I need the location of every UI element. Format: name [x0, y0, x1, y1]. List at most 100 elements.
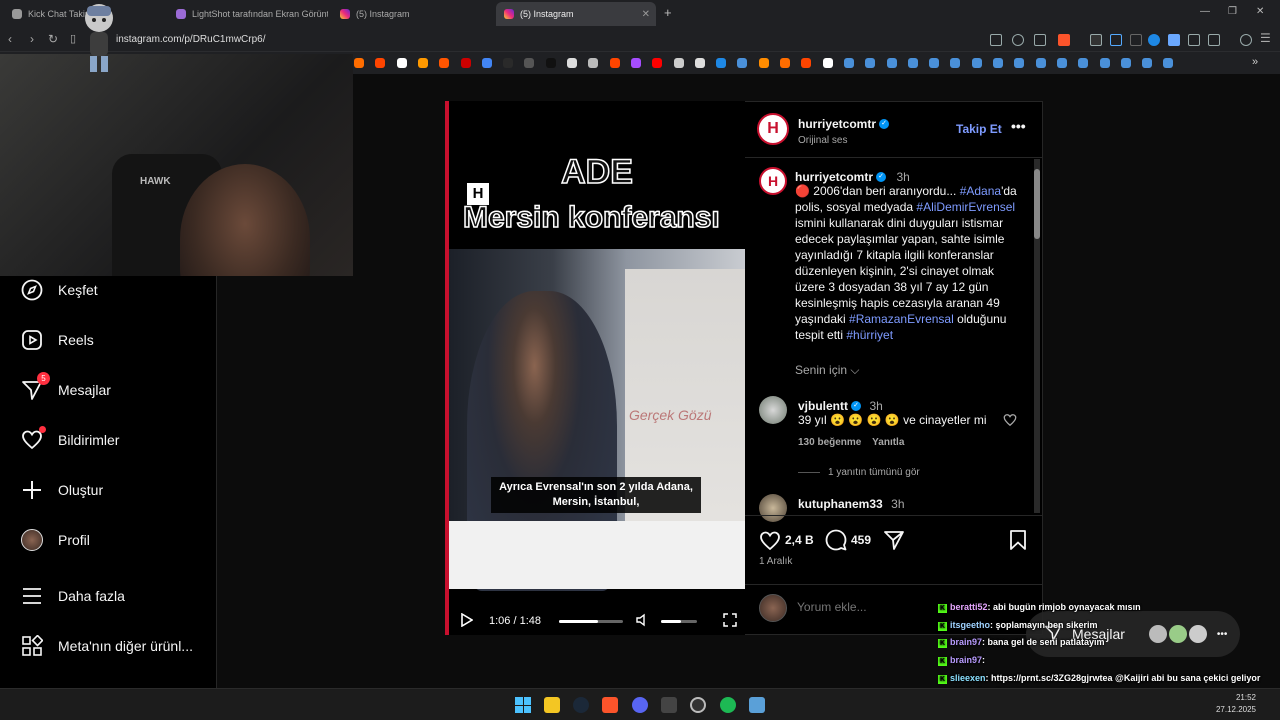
tab-lightshot[interactable]: LightShot tarafından Ekran Görüntüs [168, 2, 328, 26]
bookmark-favicon-icon[interactable] [886, 58, 897, 68]
bookmark-favicon-icon[interactable] [503, 58, 514, 68]
bookmark-favicon-icon[interactable] [545, 58, 556, 68]
sidebar-item-messages[interactable]: 5 Mesajlar [20, 372, 111, 402]
bookmark-favicon-icon[interactable] [950, 58, 961, 68]
for-you-label[interactable]: Senin için ⌵ [795, 363, 859, 378]
bookmark-favicon-icon[interactable] [588, 58, 599, 68]
minimize-button[interactable]: — [1200, 6, 1210, 17]
fullscreen-icon[interactable] [723, 613, 737, 632]
audio-label[interactable]: Orijinal ses [798, 135, 889, 146]
bookmark-favicon-icon[interactable] [460, 58, 471, 68]
sidebar-item-meta-apps[interactable]: Meta'nın diğer ürünl... [20, 634, 193, 658]
bookmark-icon[interactable]: ▯ [70, 32, 76, 45]
steam-icon[interactable] [573, 697, 589, 713]
extension-icon[interactable] [1148, 34, 1160, 46]
chat-username[interactable]: brain97 [950, 637, 982, 647]
chat-username[interactable]: slieexen [950, 673, 986, 683]
comment-likes[interactable]: 130 beğenme [798, 437, 861, 448]
hashtag-link[interactable]: #hürriyet [846, 328, 893, 342]
bookmark-favicon-icon[interactable] [673, 58, 684, 68]
bookmark-favicon-icon[interactable] [567, 58, 577, 68]
bookmark-favicon-icon[interactable] [694, 58, 705, 68]
bookmark-favicon-icon[interactable] [737, 58, 748, 68]
video-progress[interactable] [559, 620, 623, 623]
more-bookmarks-icon[interactable]: » [1252, 56, 1258, 68]
sidebar-item-explore[interactable]: Keşfet [20, 278, 98, 302]
hashtag-link[interactable]: #RamazanEvrensal [849, 312, 954, 326]
app-icon[interactable] [661, 697, 677, 713]
bookmark-favicon-icon[interactable] [630, 58, 641, 68]
bookmark-favicon-icon[interactable] [780, 58, 790, 68]
sidebar-toggle-icon[interactable] [1208, 34, 1220, 46]
url-field[interactable]: instagram.com/p/DRuC1mwCrp6/ [116, 34, 266, 45]
extension-icon[interactable] [1168, 34, 1180, 46]
bookmark-favicon-icon[interactable] [375, 58, 386, 68]
new-tab-button[interactable]: + [664, 5, 672, 20]
bookmark-favicon-icon[interactable] [417, 58, 428, 68]
brave-shield-icon[interactable] [1058, 34, 1070, 46]
spotify-icon[interactable] [720, 697, 736, 713]
extension-icon[interactable] [1090, 34, 1102, 46]
bookmark-favicon-icon[interactable] [439, 58, 450, 68]
bookmark-favicon-icon[interactable] [907, 58, 918, 68]
obs-icon[interactable] [690, 697, 706, 713]
menu-icon[interactable]: ☰ [1260, 31, 1271, 45]
view-replies[interactable]: 1 yanıtın tümünü gör [798, 467, 920, 478]
bookmark-favicon-icon[interactable] [716, 58, 727, 68]
close-tab-icon[interactable]: ✕ [642, 9, 650, 20]
sidebar-item-more[interactable]: Daha fazla [20, 584, 125, 608]
bookmark-favicon-icon[interactable] [609, 58, 620, 68]
like-count[interactable]: 2,4 B [785, 533, 814, 547]
chat-username[interactable]: beratti52 [950, 602, 988, 612]
caption-avatar[interactable]: H [759, 167, 787, 195]
sidebar-item-notifications[interactable]: Bildirimler [20, 426, 119, 452]
back-button[interactable]: ‹ [8, 32, 12, 46]
share-icon[interactable] [1034, 34, 1046, 46]
save-icon[interactable] [1009, 529, 1027, 556]
bookmark-favicon-icon[interactable] [971, 58, 982, 68]
follow-button[interactable]: Takip Et [956, 122, 1002, 136]
maximize-button[interactable]: ❐ [1228, 6, 1237, 17]
hashtag-link[interactable]: #Adana [960, 184, 1001, 198]
bookmark-favicon-icon[interactable] [481, 58, 492, 68]
forward-button[interactable]: › [30, 32, 34, 46]
tab-instagram[interactable]: (5) Instagram [332, 2, 492, 26]
comment-icon[interactable] [825, 529, 847, 556]
bookmark-favicon-icon[interactable] [396, 58, 407, 68]
cast-icon[interactable] [990, 34, 1002, 46]
puzzle-icon[interactable] [1188, 34, 1200, 46]
sidebar-item-reels[interactable]: Reels [20, 328, 94, 352]
share-icon[interactable] [883, 529, 905, 556]
chat-username[interactable]: brain97 [950, 655, 982, 665]
bookmark-favicon-icon[interactable] [865, 58, 876, 68]
bookmark-favicon-icon[interactable] [758, 58, 769, 68]
bookmark-favicon-icon[interactable] [1014, 58, 1025, 68]
brave-icon[interactable] [602, 697, 618, 713]
bookmark-favicon-icon[interactable] [1099, 58, 1110, 68]
comment-username[interactable]: vjbulentt [798, 399, 848, 413]
file-explorer-icon[interactable] [544, 697, 560, 713]
bookmark-favicon-icon[interactable] [801, 58, 812, 68]
reel-video[interactable]: ADE H Mersin konferansı Gerçek Gözü Ayrı… [445, 101, 745, 635]
volume-icon[interactable] [635, 613, 649, 632]
like-icon[interactable] [759, 530, 781, 555]
tab-instagram-active[interactable]: (5) Instagram ✕ [496, 2, 656, 26]
author-avatar[interactable]: H [757, 113, 789, 145]
comment-like-icon[interactable] [1003, 413, 1017, 431]
bookmark-favicon-icon[interactable] [822, 58, 833, 68]
bookmark-favicon-icon[interactable] [652, 58, 663, 68]
commenter-avatar[interactable] [759, 396, 787, 424]
windows-start-icon[interactable] [515, 697, 531, 713]
app-icon[interactable] [749, 697, 765, 713]
bookmark-favicon-icon[interactable] [1056, 58, 1067, 68]
bookmark-favicon-icon[interactable] [524, 58, 535, 68]
volume-slider[interactable] [661, 620, 697, 623]
hashtag-link[interactable]: #AliDemirEvrensel [916, 200, 1015, 214]
bookmark-favicon-icon[interactable] [843, 58, 854, 68]
bookmark-favicon-icon[interactable] [993, 58, 1003, 68]
bookmark-favicon-icon[interactable] [929, 58, 940, 68]
extension-icon[interactable] [1130, 34, 1142, 46]
zoom-icon[interactable] [1012, 34, 1024, 46]
more-options-icon[interactable]: ••• [1011, 118, 1026, 134]
play-icon[interactable] [461, 612, 474, 632]
